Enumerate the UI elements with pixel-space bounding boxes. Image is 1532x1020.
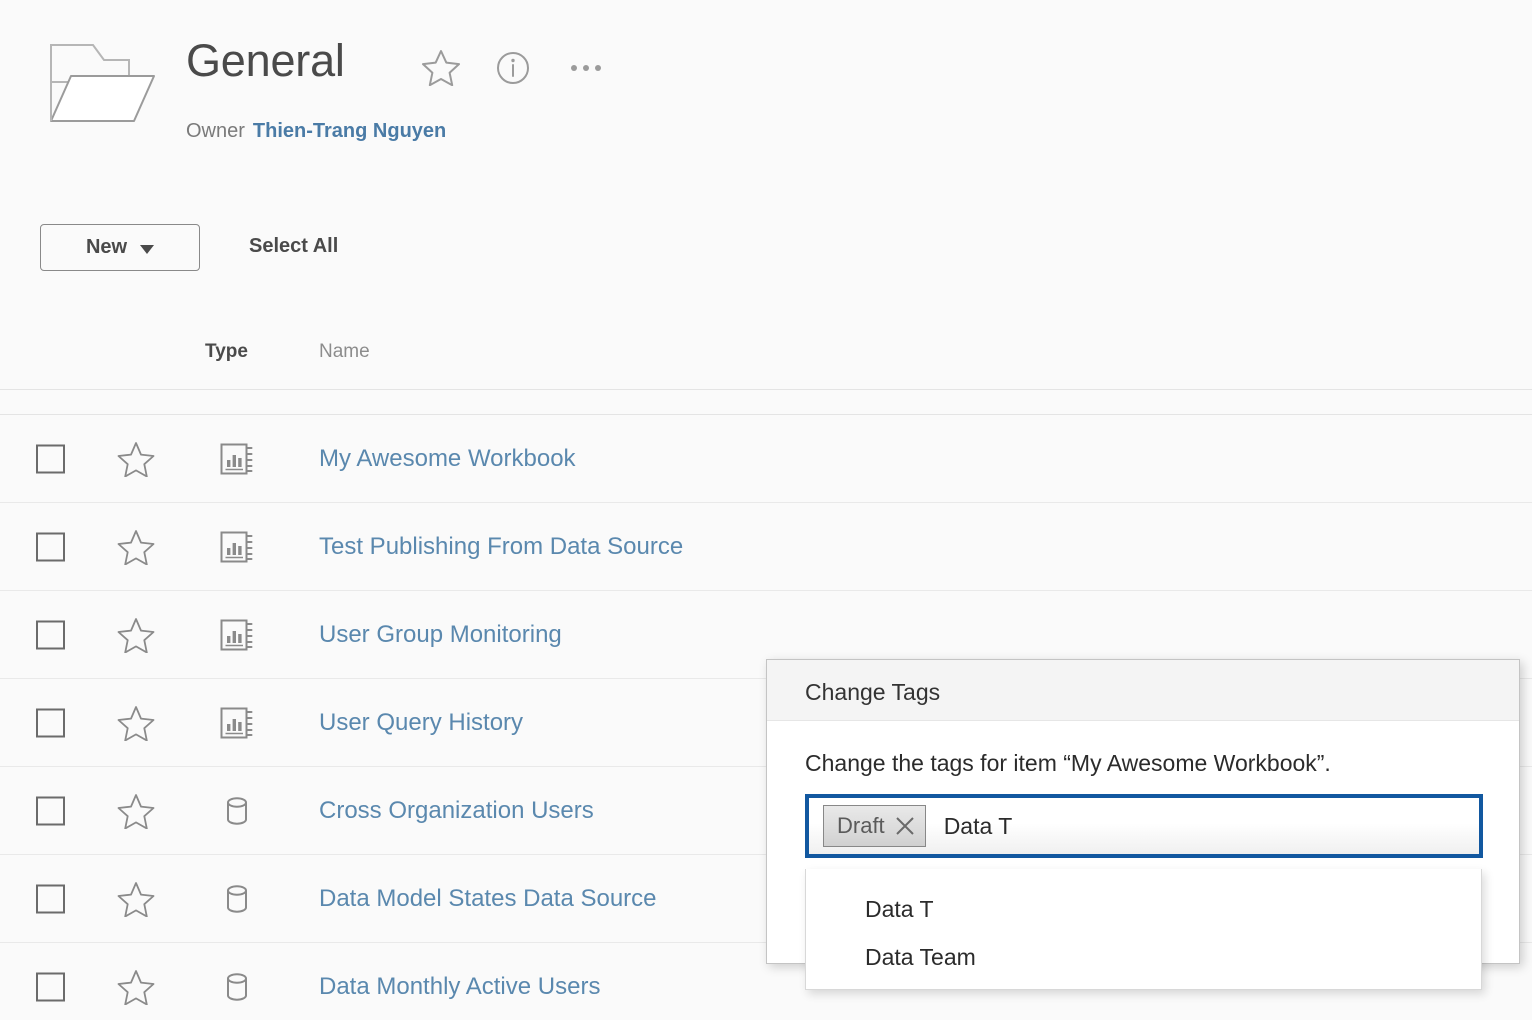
workbook-icon [219, 441, 255, 477]
row-name-link[interactable]: Cross Organization Users [319, 796, 594, 826]
star-icon[interactable] [117, 969, 155, 1005]
tag-input-field[interactable]: Draft Data T [805, 794, 1483, 858]
workbook-icon [219, 529, 255, 565]
star-icon[interactable] [117, 441, 155, 477]
tag-input-text: Data T [943, 813, 1013, 839]
workbook-icon [219, 617, 255, 653]
datasource-icon [219, 881, 255, 917]
table-row[interactable]: Test Publishing From Data Source [0, 503, 1532, 591]
tag-chip-draft: Draft [823, 805, 926, 847]
table-row[interactable]: My Awesome Workbook [0, 415, 1532, 503]
owner-row: Owner Thien-Trang Nguyen [186, 118, 446, 144]
workbook-icon [219, 705, 255, 741]
datasource-icon [219, 969, 255, 1005]
datasource-icon [219, 793, 255, 829]
row-checkbox[interactable] [36, 884, 65, 913]
owner-name-link[interactable]: Thien-Trang Nguyen [253, 120, 446, 142]
new-button-label: New [85, 236, 128, 258]
suggestion-item-1[interactable]: Data Team [865, 943, 976, 971]
new-button[interactable]: New [40, 224, 200, 271]
row-checkbox[interactable] [36, 532, 65, 561]
row-name-link[interactable]: My Awesome Workbook [319, 444, 576, 474]
row-checkbox[interactable] [36, 444, 65, 473]
page-title: General [186, 35, 345, 86]
suggestion-item-0[interactable]: Data T [865, 895, 934, 923]
tag-chip-label: Draft [837, 813, 885, 838]
star-icon[interactable] [117, 529, 155, 565]
folder-open-icon [50, 44, 155, 122]
app-root: General Owner Thien-Trang Nguyen New Sele… [0, 0, 1532, 1020]
select-all-button[interactable]: Select All [249, 235, 338, 258]
star-icon[interactable] [421, 48, 461, 86]
column-header-type[interactable]: Type [205, 340, 248, 364]
star-icon[interactable] [117, 881, 155, 917]
dialog-description: Change the tags for item “My Awesome Wor… [805, 750, 1331, 776]
star-icon[interactable] [117, 793, 155, 829]
column-header-name[interactable]: Name [319, 340, 370, 364]
row-name-link[interactable]: Data Monthly Active Users [319, 972, 600, 1002]
chevron-down-icon [140, 244, 155, 254]
content-table: Type Name [0, 322, 1532, 389]
row-name-link[interactable]: User Group Monitoring [319, 620, 562, 650]
row-checkbox[interactable] [36, 972, 65, 1001]
table-header-row: Type Name [0, 322, 1532, 389]
toolbar: New Select All [0, 224, 1532, 272]
row-checkbox[interactable] [36, 796, 65, 825]
row-name-link[interactable]: Test Publishing From Data Source [319, 532, 683, 562]
star-icon[interactable] [117, 617, 155, 653]
owner-label: Owner [186, 120, 245, 142]
info-circle-icon[interactable] [495, 50, 531, 86]
row-checkbox[interactable] [36, 708, 65, 737]
star-icon[interactable] [117, 705, 155, 741]
close-x-icon[interactable] [885, 806, 925, 846]
table-divider-top [0, 389, 1532, 390]
page-header: General Owner Thien-Trang Nguyen [0, 0, 1532, 180]
ellipsis-icon[interactable] [568, 56, 604, 80]
dialog-title: Change Tags [805, 679, 941, 705]
row-checkbox[interactable] [36, 620, 65, 649]
tag-suggestions-dropdown: Data T Data Team [805, 869, 1482, 990]
row-name-link[interactable]: Data Model States Data Source [319, 884, 657, 914]
row-name-link[interactable]: User Query History [319, 708, 523, 738]
